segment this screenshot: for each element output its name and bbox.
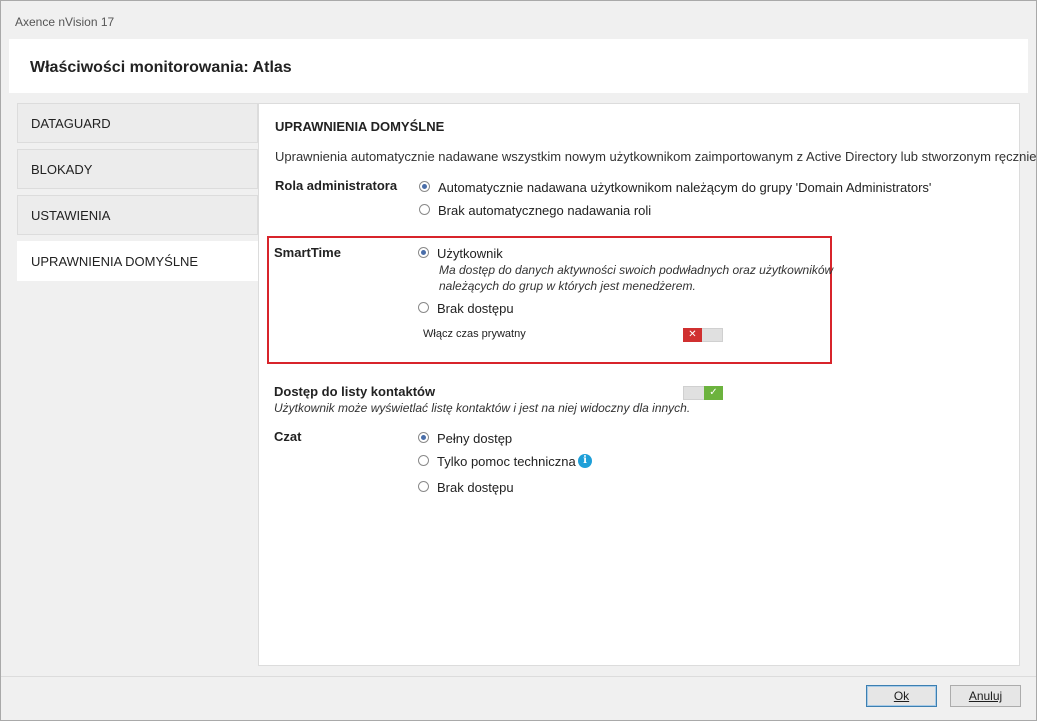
contacts-description: Użytkownik może wyświetlać listę kontakt…: [274, 401, 691, 415]
section-description: Uprawnienia automatycznie nadawane wszys…: [275, 149, 1037, 164]
sidebar-item-label: USTAWIENIA: [31, 208, 111, 223]
toggle-off-icon: ✕: [683, 328, 702, 342]
radio-button[interactable]: [419, 181, 430, 192]
sidebar-item-ustawienia[interactable]: USTAWIENIA: [17, 195, 258, 235]
footer-divider: [1, 676, 1036, 677]
radio-label: Automatycznie nadawana użytkownikom nale…: [438, 180, 932, 195]
admin-role-label: Rola administratora: [275, 178, 398, 193]
dialog-title: Właściwości monitorowania: Atlas: [30, 59, 292, 76]
smarttime-label: SmartTime: [274, 245, 341, 260]
dialog-header: Właściwości monitorowania: Atlas: [9, 39, 1028, 93]
contacts-toggle[interactable]: ✓: [683, 386, 723, 400]
sidebar-item-blokady[interactable]: BLOKADY: [17, 149, 258, 189]
radio-button[interactable]: [418, 247, 429, 258]
private-time-label: Włącz czas prywatny: [423, 328, 526, 340]
contacts-label: Dostęp do listy kontaktów: [274, 384, 436, 399]
ok-button-label: Ok: [893, 689, 910, 703]
chat-label: Czat: [274, 429, 302, 444]
radio-label: Użytkownik: [437, 246, 503, 261]
sidebar-item-label: DATAGUARD: [31, 116, 111, 131]
radio-label: Brak dostępu: [437, 301, 514, 316]
radio-button[interactable]: [418, 432, 429, 443]
radio-label: Pełny dostęp: [437, 431, 513, 446]
smarttime-user-description-line2: należących do grup w których jest menedż…: [439, 279, 696, 293]
ok-button[interactable]: Ok: [866, 685, 937, 707]
radio-button[interactable]: [418, 302, 429, 313]
section-title: UPRAWNIENIA DOMYŚLNE: [275, 119, 445, 134]
sidebar-item-label: UPRAWNIENIA DOMYŚLNE: [31, 254, 199, 269]
radio-button[interactable]: [418, 455, 429, 466]
toggle-on-icon: ✓: [704, 386, 723, 400]
title-bar: Axence nVision 17: [1, 1, 1036, 39]
sidebar-item-label: BLOKADY: [31, 162, 93, 177]
private-time-toggle[interactable]: ✕: [683, 328, 723, 342]
radio-button[interactable]: [418, 481, 429, 492]
radio-button[interactable]: [419, 204, 430, 215]
radio-label: Tylko pomoc techniczna: [437, 454, 576, 469]
cancel-button-label: Anuluj: [968, 689, 1003, 703]
sidebar-item-dataguard[interactable]: DATAGUARD: [17, 103, 258, 143]
radio-label: Brak automatycznego nadawania roli: [438, 203, 652, 218]
dialog-window: Axence nVision 17 Właściwości monitorowa…: [0, 0, 1037, 721]
info-icon[interactable]: i: [578, 454, 592, 468]
cancel-button[interactable]: Anuluj: [950, 685, 1021, 707]
highlight-frame: [267, 236, 832, 364]
sidebar-item-uprawnienia-domyslne[interactable]: UPRAWNIENIA DOMYŚLNE: [17, 241, 258, 281]
app-title: Axence nVision 17: [15, 15, 115, 29]
radio-label: Brak dostępu: [437, 480, 514, 495]
smarttime-user-description-line1: Ma dostęp do danych aktywności swoich po…: [439, 263, 834, 277]
